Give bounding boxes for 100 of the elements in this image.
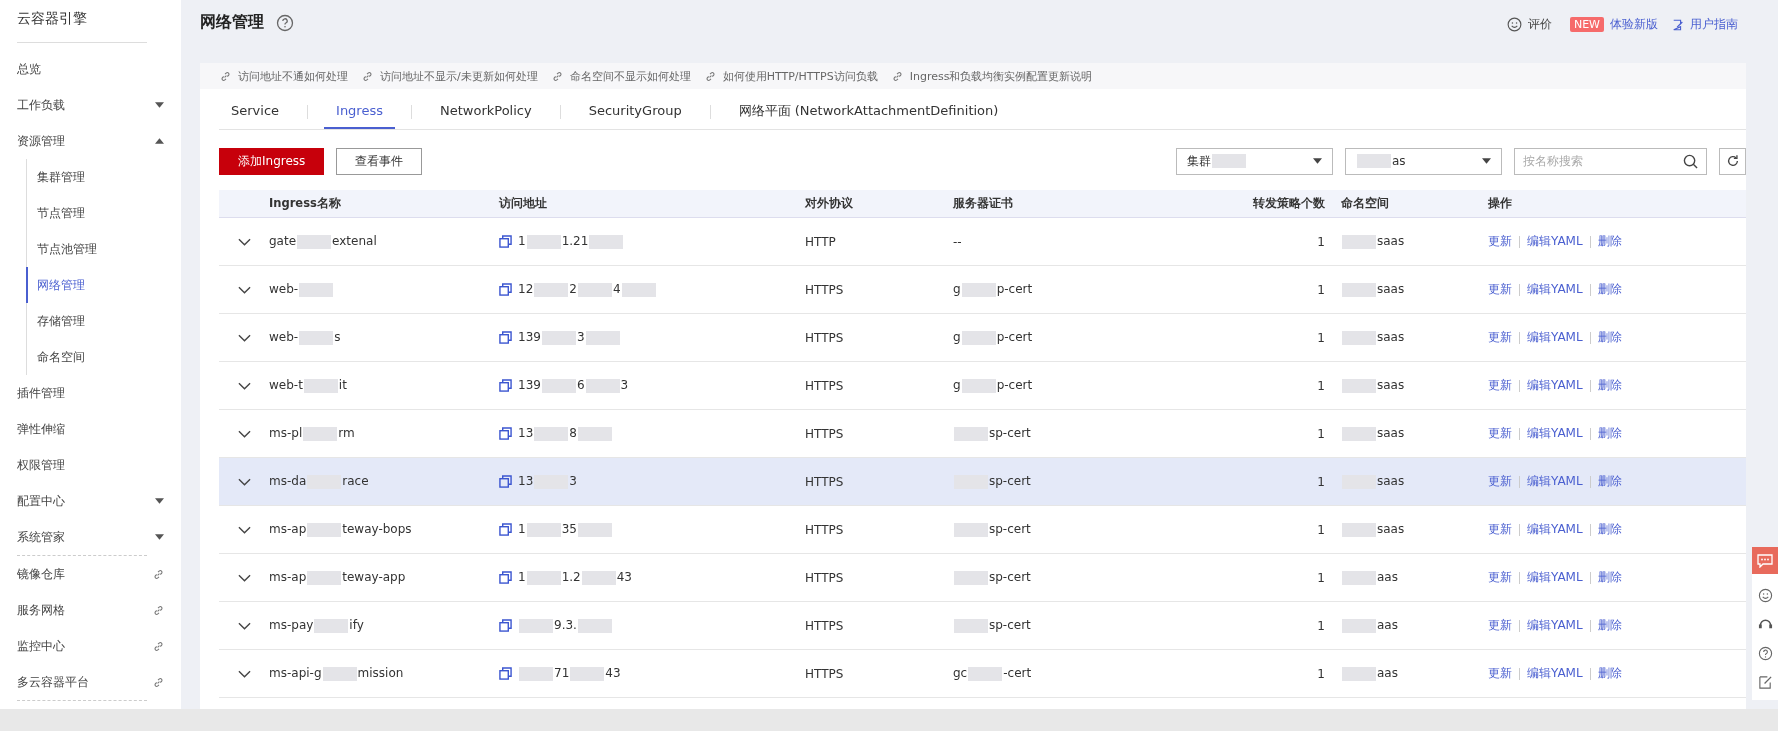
search-field[interactable]: 按名称搜索 <box>1514 147 1707 175</box>
sidebar-item[interactable]: 多云容器平台 <box>0 664 181 700</box>
copy-icon[interactable] <box>499 379 512 392</box>
sidebar-item[interactable]: 资源管理 <box>0 123 181 159</box>
copy-icon[interactable] <box>499 571 512 584</box>
sidebar-item[interactable]: 弹性伸缩 <box>0 411 181 447</box>
table-cell: 1 <box>1317 666 1325 681</box>
copy-icon[interactable] <box>499 331 512 344</box>
action-link[interactable]: 编辑YAML <box>1527 425 1583 442</box>
help-icon[interactable] <box>1757 646 1773 661</box>
chat-icon[interactable] <box>1752 547 1778 574</box>
edit-icon[interactable] <box>1757 675 1773 690</box>
copy-icon[interactable] <box>499 523 512 536</box>
table-cell: ms-api-g mission <box>269 666 404 681</box>
action-link[interactable]: 编辑YAML <box>1527 617 1583 634</box>
copy-icon[interactable] <box>499 475 512 488</box>
action-link[interactable]: 更新 <box>1488 665 1512 682</box>
tab[interactable]: SecurityGroup <box>576 95 694 129</box>
sidebar-item[interactable]: 监控中心 <box>0 628 181 664</box>
sidebar-subitem[interactable]: 命名空间 <box>27 339 181 375</box>
expand-chevron-icon[interactable] <box>237 525 251 534</box>
copy-icon[interactable] <box>499 667 512 680</box>
sidebar-subitem[interactable]: 网络管理 <box>26 267 181 303</box>
action-link[interactable]: 编辑YAML <box>1527 665 1583 682</box>
table-cell: 1 <box>1317 378 1325 393</box>
sidebar-item[interactable]: 服务网格 <box>0 592 181 628</box>
action-link[interactable]: 删除 <box>1597 617 1622 634</box>
sidebar-item[interactable]: 系统管家 <box>0 519 181 555</box>
search-icon[interactable] <box>1683 153 1698 169</box>
table-cell: sp-cert <box>953 474 1031 489</box>
copy-icon[interactable] <box>499 283 512 296</box>
expand-chevron-icon[interactable] <box>237 477 251 486</box>
action-link[interactable]: 编辑YAML <box>1527 473 1583 490</box>
expand-chevron-icon[interactable] <box>237 381 251 390</box>
sidebar-item[interactable]: 插件管理 <box>0 375 181 411</box>
help-link[interactable]: 访问地址不显示/未更新如何处理 <box>380 68 538 84</box>
action-link[interactable]: 编辑YAML <box>1527 569 1583 586</box>
action-link[interactable]: 更新 <box>1488 329 1512 346</box>
action-link[interactable]: 编辑YAML <box>1527 521 1583 538</box>
help-link[interactable]: Ingress和负载均衡实例配置更新说明 <box>909 68 1093 84</box>
smiley-icon[interactable] <box>1757 588 1773 603</box>
sidebar-item[interactable]: 总览 <box>0 51 181 87</box>
sidebar-subitem[interactable]: 节点池管理 <box>27 231 181 267</box>
expand-chevron-icon[interactable] <box>237 573 251 582</box>
sidebar-subitem[interactable]: 集群管理 <box>27 159 181 195</box>
sidebar-item[interactable]: 工作负载 <box>0 87 181 123</box>
add-ingress-button[interactable]: 添加Ingress <box>219 147 325 175</box>
expand-chevron-icon[interactable] <box>237 237 251 246</box>
action-link[interactable]: 删除 <box>1597 521 1622 538</box>
action-link[interactable]: 更新 <box>1488 233 1512 250</box>
expand-chevron-icon[interactable] <box>237 669 251 678</box>
help-link[interactable]: 命名空间不显示如何处理 <box>569 68 691 84</box>
user-guide-link[interactable]: 用户指南 <box>1690 16 1738 33</box>
action-link[interactable]: 编辑YAML <box>1527 233 1583 250</box>
help-link[interactable]: 如何使用HTTP/HTTPS访问负载 <box>722 68 878 84</box>
sidebar-subitem[interactable]: 存储管理 <box>27 303 181 339</box>
expand-chevron-icon[interactable] <box>237 429 251 438</box>
rate-link[interactable]: 评价 <box>1527 16 1552 33</box>
action-link[interactable]: 更新 <box>1488 521 1512 538</box>
action-link[interactable]: 更新 <box>1488 377 1512 394</box>
action-link[interactable]: 删除 <box>1597 473 1622 490</box>
action-link[interactable]: 更新 <box>1488 617 1512 634</box>
cluster-select[interactable]: 集群 <box>1176 147 1333 175</box>
action-link[interactable]: 更新 <box>1488 281 1512 298</box>
sidebar-item[interactable]: 权限管理 <box>0 447 181 483</box>
namespace-select[interactable]: as <box>1345 147 1502 175</box>
expand-chevron-icon[interactable] <box>237 333 251 342</box>
action-link[interactable]: 更新 <box>1488 473 1512 490</box>
table-cell: sp-cert <box>953 618 1031 633</box>
view-events-button[interactable]: 查看事件 <box>336 147 423 175</box>
action-link[interactable]: 删除 <box>1597 665 1622 682</box>
help-link[interactable]: 访问地址不通如何处理 <box>238 68 348 84</box>
tab[interactable]: Service <box>219 95 292 129</box>
column-header: 命名空间 <box>1341 196 1389 211</box>
expand-chevron-icon[interactable] <box>237 285 251 294</box>
action-link[interactable]: 编辑YAML <box>1527 329 1583 346</box>
copy-icon[interactable] <box>499 619 512 632</box>
refresh-button[interactable] <box>1719 147 1746 175</box>
action-link[interactable]: 删除 <box>1597 377 1622 394</box>
refresh-icon <box>1725 154 1740 168</box>
sidebar-item[interactable]: 配置中心 <box>0 483 181 519</box>
new-version-link[interactable]: 体验新版 <box>1610 16 1658 33</box>
help-icon[interactable] <box>276 13 294 32</box>
tab[interactable]: 网络平面 (NetworkAttachmentDefinition) <box>726 95 1011 129</box>
action-link[interactable]: 删除 <box>1597 569 1622 586</box>
action-link[interactable]: 更新 <box>1488 569 1512 586</box>
expand-chevron-icon[interactable] <box>237 621 251 630</box>
action-link[interactable]: 更新 <box>1488 425 1512 442</box>
sidebar-subitem[interactable]: 节点管理 <box>27 195 181 231</box>
action-link[interactable]: 编辑YAML <box>1527 377 1583 394</box>
action-link[interactable]: 删除 <box>1597 281 1622 298</box>
action-link[interactable]: 删除 <box>1597 329 1622 346</box>
tab[interactable]: Ingress <box>324 95 395 129</box>
copy-icon[interactable] <box>499 235 512 248</box>
action-link[interactable]: 编辑YAML <box>1527 281 1583 298</box>
action-link[interactable]: 删除 <box>1597 233 1622 250</box>
tab[interactable]: NetworkPolicy <box>428 95 544 129</box>
copy-icon[interactable] <box>499 427 512 440</box>
action-link[interactable]: 删除 <box>1597 425 1622 442</box>
sidebar-item[interactable]: 镜像仓库 <box>0 556 181 592</box>
